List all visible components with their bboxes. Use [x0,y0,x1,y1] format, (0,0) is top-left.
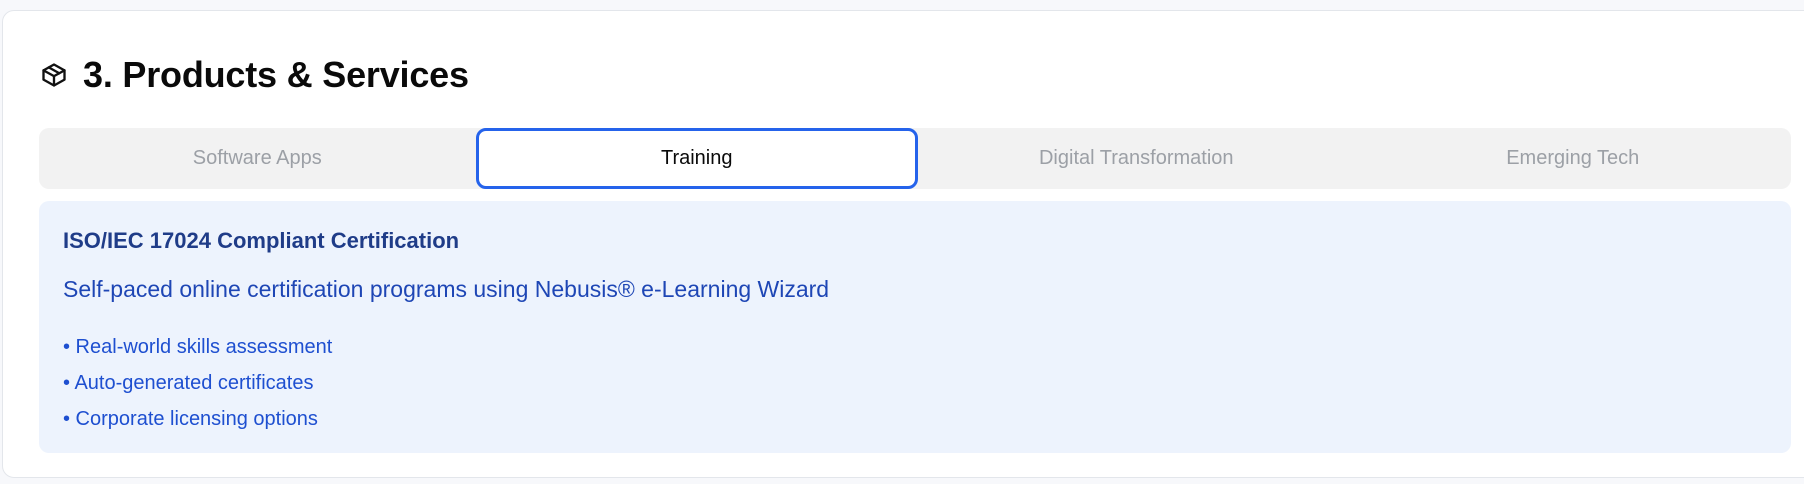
products-services-card: 3. Products & Services Software Apps Tra… [2,10,1804,478]
section-header: 3. Products & Services [39,51,469,99]
panel-title: ISO/IEC 17024 Compliant Certification [63,228,460,253]
tab-training[interactable]: Training [475,128,918,189]
panel-subtitle: Self-paced online certification programs… [63,276,830,302]
list-item: • Corporate licensing options [63,408,318,430]
tab-software-apps[interactable]: Software Apps [39,128,476,189]
feature-list: • Real-world skills assessment • Auto-ge… [63,329,332,437]
list-item: • Auto-generated certificates [63,372,314,394]
training-panel: ISO/IEC 17024 Compliant Certification Se… [39,201,1791,453]
list-item: • Real-world skills assessment [63,336,333,358]
category-tabs: Software Apps Training Digital Transform… [39,128,1791,189]
section-title: 3. Products & Services [83,54,469,95]
tab-emerging-tech[interactable]: Emerging Tech [1355,128,1792,189]
tab-digital-transformation[interactable]: Digital Transformation [918,128,1355,189]
package-icon [39,60,69,90]
